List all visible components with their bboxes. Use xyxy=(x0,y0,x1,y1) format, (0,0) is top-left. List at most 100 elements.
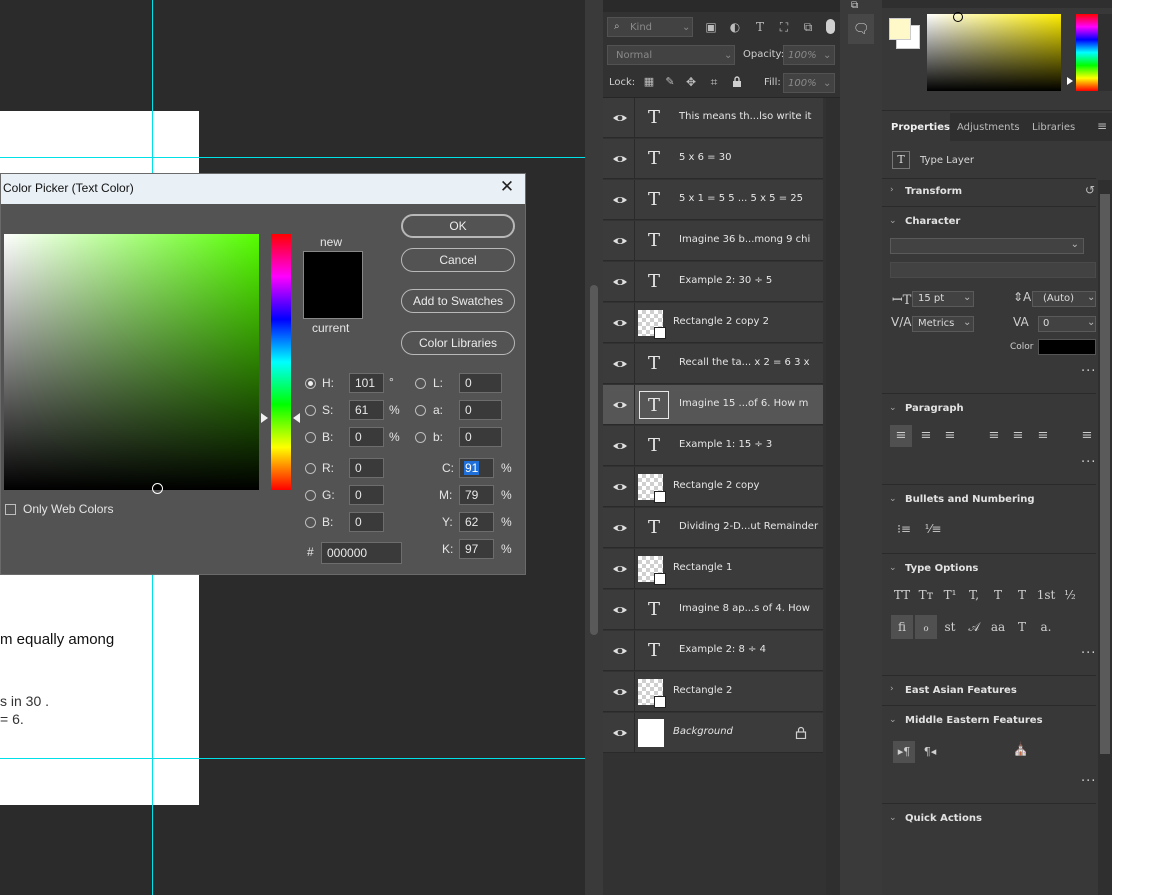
lab-a-input[interactable]: 0 xyxy=(459,400,502,420)
lock-pixels-brush-icon[interactable]: ✎ xyxy=(662,74,678,90)
leading-input[interactable]: (Auto) ⌄ xyxy=(1032,291,1096,307)
layer-name[interactable]: Recall the ta... x 2 = 6 3 x xyxy=(679,357,810,368)
eye-icon[interactable] xyxy=(612,643,628,659)
justify-last-center-icon[interactable]: ≡ xyxy=(1007,426,1029,446)
layer-row[interactable]: Background xyxy=(603,713,823,753)
saturation-input[interactable]: 61 xyxy=(349,400,384,420)
type-option-glyph[interactable]: ℴ xyxy=(915,617,937,637)
lab-l-radio[interactable] xyxy=(415,378,426,389)
hue-slider[interactable] xyxy=(1076,14,1098,91)
layer-row[interactable]: T Imagine 36 b...mong 9 chi xyxy=(603,221,823,261)
shape-filter-icon[interactable]: ⛶ xyxy=(776,19,792,35)
type-option-glyph[interactable]: Tт xyxy=(915,585,937,605)
green-input[interactable]: 0 xyxy=(349,485,384,505)
eye-icon[interactable] xyxy=(612,110,628,126)
layer-name[interactable]: 5 x 6 = 30 xyxy=(679,152,731,163)
align-left-icon[interactable]: ≡ xyxy=(890,426,912,446)
type-option-glyph[interactable]: ½ xyxy=(1059,585,1081,605)
type-option-glyph[interactable]: T xyxy=(987,585,1009,605)
smart-object-filter-icon[interactable]: ⧉ xyxy=(800,19,816,35)
layer-name[interactable]: Rectangle 2 copy xyxy=(673,480,759,491)
ltr-direction-icon[interactable]: ▸¶ xyxy=(893,742,915,762)
eye-icon[interactable] xyxy=(612,479,628,495)
layer-name[interactable]: Example 1: 15 ÷ 3 xyxy=(679,439,772,450)
filter-toggle-icon[interactable] xyxy=(826,19,835,34)
layer-name[interactable]: Imagine 15 ...of 6. How m xyxy=(679,398,808,409)
chevron-right-icon[interactable]: › xyxy=(890,684,894,694)
saturation-brightness-field[interactable] xyxy=(4,234,259,490)
fill-input[interactable]: 100% ⌄ xyxy=(783,73,835,93)
ok-button[interactable]: OK xyxy=(401,214,515,238)
layer-name[interactable]: Background xyxy=(673,726,733,737)
cyan-input[interactable]: 91 xyxy=(459,458,494,478)
layer-name[interactable]: Example 2: 8 ÷ 4 xyxy=(679,644,766,655)
layer-name[interactable]: Imagine 8 ap...s of 4. How xyxy=(679,603,810,614)
chevron-down-icon[interactable]: ⌄ xyxy=(889,563,897,573)
tab-properties[interactable]: Properties xyxy=(891,122,950,133)
color-field-picker-icon[interactable] xyxy=(152,483,163,494)
eye-icon[interactable] xyxy=(612,602,628,618)
type-option-glyph[interactable]: TT xyxy=(891,585,913,605)
font-family-select[interactable]: ⌄ xyxy=(890,238,1084,254)
color-libraries-button[interactable]: Color Libraries xyxy=(401,331,515,355)
panel-menu-icon[interactable]: ≡ xyxy=(1097,119,1107,133)
lab-a-radio[interactable] xyxy=(415,405,426,416)
layer-row[interactable]: T Imagine 8 ap...s of 4. How xyxy=(603,590,823,630)
layer-name[interactable]: Rectangle 2 xyxy=(673,685,732,696)
properties-scrollbar[interactable] xyxy=(1098,180,1112,895)
layer-row[interactable]: T Example 1: 15 ÷ 3 xyxy=(603,426,823,466)
yellow-input[interactable]: 62 xyxy=(459,512,494,532)
type-option-glyph[interactable]: a. xyxy=(1035,617,1057,637)
chevron-right-icon[interactable]: › xyxy=(890,185,894,195)
adjustment-filter-icon[interactable]: ◐ xyxy=(727,19,743,35)
brightness-radio[interactable] xyxy=(305,432,316,443)
chevron-down-icon[interactable]: ⌄ xyxy=(889,216,897,226)
lock-transparent-icon[interactable]: ▦ xyxy=(641,74,657,90)
more-options-icon[interactable]: ··· xyxy=(1081,364,1096,379)
lab-l-input[interactable]: 0 xyxy=(459,373,502,393)
eye-icon[interactable] xyxy=(612,356,628,372)
layer-name[interactable]: Imagine 36 b...mong 9 chi xyxy=(679,234,810,245)
comments-icon[interactable]: 🗨 xyxy=(853,22,870,37)
scroll-thumb[interactable] xyxy=(590,285,598,635)
eye-icon[interactable] xyxy=(612,151,628,167)
kerning-select[interactable]: Metrics ⌄ xyxy=(912,316,974,332)
type-option-glyph[interactable]: T¹ xyxy=(939,585,961,605)
eye-icon[interactable] xyxy=(612,520,628,536)
chevron-down-icon[interactable]: ⌄ xyxy=(889,403,897,413)
layer-name[interactable]: Dividing 2-D...ut Remainder xyxy=(679,521,818,532)
black-input[interactable]: 97 xyxy=(459,539,494,559)
layer-row[interactable]: T Recall the ta... x 2 = 6 3 x xyxy=(603,344,823,384)
eye-icon[interactable] xyxy=(612,192,628,208)
hex-input[interactable]: 000000 xyxy=(321,542,402,564)
reset-icon[interactable]: ↺ xyxy=(1085,183,1095,197)
layer-row[interactable]: T This means th...lso write it xyxy=(603,98,823,138)
layer-row[interactable]: Rectangle 2 xyxy=(603,672,823,712)
layer-name[interactable]: Rectangle 1 xyxy=(673,562,732,573)
layer-row[interactable]: T Imagine 15 ...of 6. How m xyxy=(603,385,823,425)
only-web-colors-checkbox[interactable] xyxy=(5,504,16,515)
brightness-input[interactable]: 0 xyxy=(349,427,384,447)
type-option-glyph[interactable]: T xyxy=(1011,617,1033,637)
section-bullets-numbering[interactable]: Bullets and Numbering xyxy=(905,494,1035,505)
lab-b-radio[interactable] xyxy=(415,432,426,443)
type-option-glyph[interactable]: aa xyxy=(987,617,1009,637)
eye-icon[interactable] xyxy=(612,438,628,454)
hue-slider[interactable] xyxy=(271,234,291,490)
tab-libraries[interactable]: Libraries xyxy=(1032,122,1075,133)
opacity-input[interactable]: 100% ⌄ xyxy=(783,45,835,65)
layer-row[interactable]: T 5 x 1 = 5 5 ... 5 x 5 = 25 xyxy=(603,180,823,220)
blue-input[interactable]: 0 xyxy=(349,512,384,532)
align-right-icon[interactable]: ≡ xyxy=(939,426,961,446)
type-option-glyph[interactable]: 1st xyxy=(1035,585,1057,605)
more-options-icon[interactable]: ··· xyxy=(1081,455,1096,470)
bullet-list-icon[interactable]: ⁝≡ xyxy=(893,519,915,539)
font-size-input[interactable]: 15 pt ⌄ xyxy=(912,291,974,307)
section-east-asian[interactable]: East Asian Features xyxy=(905,685,1017,696)
canvas-scrollbar[interactable] xyxy=(585,0,603,895)
red-radio[interactable] xyxy=(305,463,316,474)
chevron-down-icon[interactable]: ⌄ xyxy=(889,494,897,504)
lock-position-move-icon[interactable]: ✥ xyxy=(683,74,699,90)
color-field-picker-icon[interactable] xyxy=(953,12,963,22)
lock-artboard-icon[interactable]: ⌗ xyxy=(706,74,722,90)
